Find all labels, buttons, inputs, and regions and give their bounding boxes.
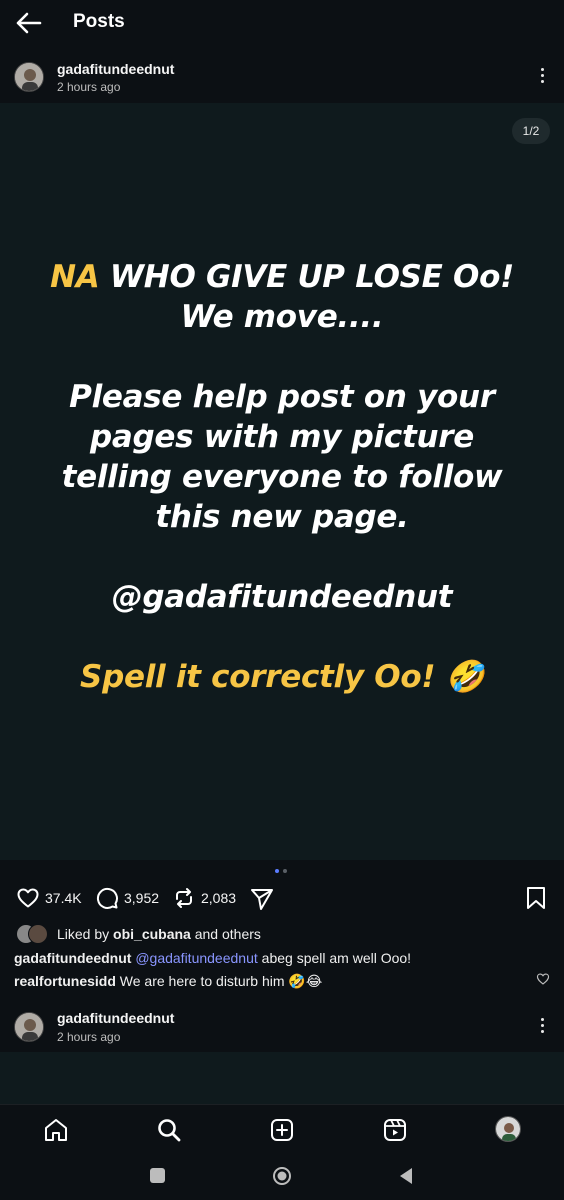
comment-text: We are here to disturb him 🤣😂: [115, 973, 323, 989]
post-image[interactable]: 1/2 NA WHO GIVE UP LOSE Oo! We move.... …: [0, 103, 564, 860]
repost-button[interactable]: 2,083: [172, 886, 236, 910]
avatar[interactable]: [14, 62, 44, 92]
image-text-line: @gadafitundeednut: [111, 579, 453, 615]
comment-preview[interactable]: realfortunesidd We are here to disturb h…: [14, 973, 322, 990]
image-text-line: pages with my picture: [90, 419, 474, 455]
liked-by-user[interactable]: obi_cubana: [113, 926, 191, 942]
like-button[interactable]: 37.4K: [16, 886, 82, 910]
recents-square-icon[interactable]: [150, 1168, 165, 1183]
liked-by-text: Liked by obi_cubana and others: [57, 926, 261, 942]
comment-like-icon[interactable]: [536, 972, 550, 986]
carousel-dot: [283, 869, 287, 873]
home-icon[interactable]: [43, 1117, 69, 1143]
repost-count: 2,083: [201, 890, 237, 906]
avatar: [28, 924, 48, 944]
image-text-line: Please help post on your: [69, 379, 495, 415]
comment-username[interactable]: realfortunesidd: [14, 973, 116, 989]
caption: gadafitundeednut @gadafitundeednut abeg …: [14, 950, 411, 966]
image-text-line: telling everyone to follow: [61, 459, 503, 495]
carousel-dot-active: [275, 869, 279, 873]
caption-text: abeg spell am well Ooo!: [257, 950, 412, 966]
profile-avatar[interactable]: [495, 1116, 521, 1142]
next-post-time: 2 hours ago: [57, 1030, 121, 1044]
create-icon[interactable]: [269, 1117, 295, 1143]
top-bar: Posts: [0, 0, 564, 46]
caption-mention[interactable]: @gadafitundeednut: [135, 950, 257, 966]
avatar[interactable]: [14, 1012, 44, 1042]
like-count: 37.4K: [45, 890, 82, 906]
repost-icon: [176, 888, 192, 908]
comment-icon: [96, 887, 118, 909]
system-navigation-bar: [0, 1154, 564, 1200]
image-text-line: NA WHO GIVE UP LOSE Oo!: [0, 257, 564, 297]
image-text-line: Spell it correctly Oo! 🤣: [80, 659, 484, 695]
more-options-icon[interactable]: [537, 68, 547, 88]
comment-button[interactable]: 3,952: [95, 886, 159, 910]
next-post-image[interactable]: [0, 1052, 564, 1104]
bookmark-icon[interactable]: [524, 885, 548, 911]
back-arrow-icon[interactable]: [14, 10, 44, 36]
next-post-username[interactable]: gadafitundeednut: [57, 1010, 174, 1026]
liked-by-suffix: and others: [190, 926, 261, 942]
image-text-rest: WHO GIVE UP LOSE Oo!: [99, 259, 514, 295]
image-counter: 1/2: [512, 118, 550, 144]
image-text-line: We move....: [180, 299, 384, 335]
carousel-indicator: [272, 868, 292, 874]
home-circle-icon[interactable]: [272, 1166, 292, 1186]
caption-username[interactable]: gadafitundeednut: [14, 950, 131, 966]
reels-icon[interactable]: [382, 1117, 408, 1143]
share-icon[interactable]: [249, 886, 275, 912]
image-text-highlight: NA: [50, 259, 100, 295]
post-username[interactable]: gadafitundeednut: [57, 61, 174, 77]
more-options-icon[interactable]: [537, 1018, 547, 1038]
back-triangle-icon[interactable]: [398, 1167, 414, 1185]
heart-icon: [17, 888, 39, 908]
search-icon[interactable]: [156, 1117, 182, 1143]
liked-by-avatars[interactable]: [16, 924, 50, 944]
bottom-navigation: [0, 1104, 564, 1155]
comment-count: 3,952: [124, 890, 160, 906]
image-text-line: this new page.: [155, 499, 409, 535]
liked-by-prefix: Liked by: [57, 926, 114, 942]
post-time: 2 hours ago: [57, 80, 121, 94]
page-title: Posts: [73, 11, 125, 32]
